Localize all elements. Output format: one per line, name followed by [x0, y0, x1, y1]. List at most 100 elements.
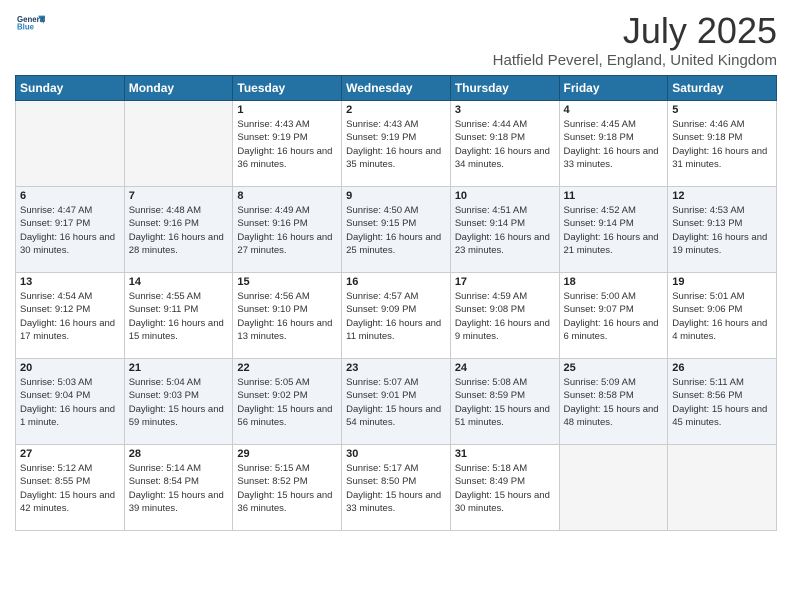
logo: General Blue — [15, 10, 45, 43]
month-title: July 2025 — [493, 10, 777, 52]
calendar-cell: 18Sunrise: 5:00 AMSunset: 9:07 PMDayligh… — [559, 273, 668, 359]
location-title: Hatfield Peverel, England, United Kingdo… — [493, 52, 777, 69]
calendar-cell: 30 Sunrise: 5:17 AMSunset: 8:50 PMDayligh… — [342, 445, 451, 531]
day-info: Sunrise: 4:44 AMSunset: 9:18 PMDaylight:… — [455, 118, 555, 171]
calendar-cell: 7Sunrise: 4:48 AMSunset: 9:16 PMDaylight… — [124, 187, 233, 273]
day-info: Sunrise: 5:11 AMSunset: 8:56 PMDaylight:… — [672, 376, 772, 429]
calendar-cell: 12Sunrise: 4:53 AMSunset: 9:13 PMDayligh… — [668, 187, 777, 273]
day-info: Sunrise: 4:43 AMSunset: 9:19 PMDaylight:… — [237, 118, 337, 171]
day-info: Sunrise: 4:47 AMSunset: 9:17 PMDaylight:… — [20, 204, 120, 257]
calendar-cell: 2 Sunrise: 4:43 AMSunset: 9:19 PMDaylight… — [342, 101, 451, 187]
calendar: SundayMondayTuesdayWednesdayThursdayFrid… — [15, 75, 777, 531]
calendar-week-row: 1 Sunrise: 4:43 AMSunset: 9:19 PMDaylight… — [16, 101, 777, 187]
calendar-cell: 3 Sunrise: 4:44 AMSunset: 9:18 PMDaylight… — [450, 101, 559, 187]
day-number: 18 — [564, 276, 664, 288]
day-number: 2 — [346, 104, 446, 116]
calendar-week-row: 20 Sunrise: 5:03 AMSunset: 9:04 PMDayligh… — [16, 359, 777, 445]
day-info: Sunrise: 5:09 AMSunset: 8:58 PMDaylight:… — [564, 376, 664, 429]
calendar-cell: 20 Sunrise: 5:03 AMSunset: 9:04 PMDayligh… — [16, 359, 125, 445]
calendar-week-row: 13 Sunrise: 4:54 AMSunset: 9:12 PMDayligh… — [16, 273, 777, 359]
day-number: 29 — [237, 448, 337, 460]
calendar-cell: 29 Sunrise: 5:15 AMSunset: 8:52 PMDayligh… — [233, 445, 342, 531]
calendar-cell: 22 Sunrise: 5:05 AMSunset: 9:02 PMDayligh… — [233, 359, 342, 445]
day-info: Sunrise: 5:07 AMSunset: 9:01 PMDaylight:… — [346, 376, 446, 429]
day-info: Sunrise: 4:43 AMSunset: 9:19 PMDaylight:… — [346, 118, 446, 171]
day-info: Sunrise: 5:08 AMSunset: 8:59 PMDaylight:… — [455, 376, 555, 429]
calendar-cell: 5 Sunrise: 4:46 AMSunset: 9:18 PMDaylight… — [668, 101, 777, 187]
day-number: 27 — [20, 448, 120, 460]
day-number: 4 — [564, 104, 664, 116]
calendar-cell: 4 Sunrise: 4:45 AMSunset: 9:18 PMDaylight… — [559, 101, 668, 187]
day-info: Sunrise: 5:01 AMSunset: 9:06 PMDaylight:… — [672, 290, 772, 343]
day-number: 5 — [672, 104, 772, 116]
day-number: 20 — [20, 362, 120, 374]
day-number: 28 — [129, 448, 229, 460]
day-of-week-header: Friday — [559, 76, 668, 101]
day-info: Sunrise: 4:54 AMSunset: 9:12 PMDaylight:… — [20, 290, 120, 343]
calendar-cell — [559, 445, 668, 531]
calendar-cell: 17 Sunrise: 4:59 AMSunset: 9:08 PMDayligh… — [450, 273, 559, 359]
day-number: 16 — [346, 276, 446, 288]
day-info: Sunrise: 4:50 AMSunset: 9:15 PMDaylight:… — [346, 204, 446, 257]
calendar-cell: 10 Sunrise: 4:51 AMSunset: 9:14 PMDayligh… — [450, 187, 559, 273]
calendar-cell: 9 Sunrise: 4:50 AMSunset: 9:15 PMDaylight… — [342, 187, 451, 273]
title-block: July 2025 Hatfield Peverel, England, Uni… — [493, 10, 777, 69]
calendar-header-row: SundayMondayTuesdayWednesdayThursdayFrid… — [16, 76, 777, 101]
day-number: 30 — [346, 448, 446, 460]
day-info: Sunrise: 5:15 AMSunset: 8:52 PMDaylight:… — [237, 462, 337, 515]
page: General Blue July 2025 Hatfield Peverel,… — [0, 0, 792, 612]
day-info: Sunrise: 4:59 AMSunset: 9:08 PMDaylight:… — [455, 290, 555, 343]
day-number: 6 — [20, 190, 120, 202]
day-number: 15 — [237, 276, 337, 288]
day-number: 24 — [455, 362, 555, 374]
calendar-cell: 23Sunrise: 5:07 AMSunset: 9:01 PMDayligh… — [342, 359, 451, 445]
day-number: 9 — [346, 190, 446, 202]
header: General Blue July 2025 Hatfield Peverel,… — [15, 10, 777, 69]
day-number: 10 — [455, 190, 555, 202]
day-info: Sunrise: 4:46 AMSunset: 9:18 PMDaylight:… — [672, 118, 772, 171]
day-number: 7 — [129, 190, 229, 202]
calendar-cell: 6 Sunrise: 4:47 AMSunset: 9:17 PMDaylight… — [16, 187, 125, 273]
day-info: Sunrise: 4:57 AMSunset: 9:09 PMDaylight:… — [346, 290, 446, 343]
day-of-week-header: Wednesday — [342, 76, 451, 101]
svg-text:Blue: Blue — [17, 23, 35, 32]
calendar-cell: 14Sunrise: 4:55 AMSunset: 9:11 PMDayligh… — [124, 273, 233, 359]
day-number: 1 — [237, 104, 337, 116]
calendar-cell: 11Sunrise: 4:52 AMSunset: 9:14 PMDayligh… — [559, 187, 668, 273]
day-number: 22 — [237, 362, 337, 374]
day-info: Sunrise: 4:51 AMSunset: 9:14 PMDaylight:… — [455, 204, 555, 257]
day-of-week-header: Saturday — [668, 76, 777, 101]
day-number: 17 — [455, 276, 555, 288]
day-number: 26 — [672, 362, 772, 374]
calendar-cell: 16 Sunrise: 4:57 AMSunset: 9:09 PMDayligh… — [342, 273, 451, 359]
calendar-cell: 31 Sunrise: 5:18 AMSunset: 8:49 PMDayligh… — [450, 445, 559, 531]
day-number: 19 — [672, 276, 772, 288]
day-number: 25 — [564, 362, 664, 374]
day-info: Sunrise: 5:03 AMSunset: 9:04 PMDaylight:… — [20, 376, 120, 429]
day-info: Sunrise: 4:53 AMSunset: 9:13 PMDaylight:… — [672, 204, 772, 257]
day-info: Sunrise: 5:17 AMSunset: 8:50 PMDaylight:… — [346, 462, 446, 515]
day-info: Sunrise: 4:45 AMSunset: 9:18 PMDaylight:… — [564, 118, 664, 171]
calendar-cell — [668, 445, 777, 531]
day-info: Sunrise: 4:52 AMSunset: 9:14 PMDaylight:… — [564, 204, 664, 257]
day-number: 31 — [455, 448, 555, 460]
day-info: Sunrise: 4:56 AMSunset: 9:10 PMDaylight:… — [237, 290, 337, 343]
day-number: 3 — [455, 104, 555, 116]
day-info: Sunrise: 4:55 AMSunset: 9:11 PMDaylight:… — [129, 290, 229, 343]
calendar-cell — [124, 101, 233, 187]
day-of-week-header: Sunday — [16, 76, 125, 101]
calendar-cell: 21Sunrise: 5:04 AMSunset: 9:03 PMDayligh… — [124, 359, 233, 445]
calendar-cell: 8Sunrise: 4:49 AMSunset: 9:16 PMDaylight… — [233, 187, 342, 273]
day-of-week-header: Thursday — [450, 76, 559, 101]
day-info: Sunrise: 5:05 AMSunset: 9:02 PMDaylight:… — [237, 376, 337, 429]
calendar-cell: 1 Sunrise: 4:43 AMSunset: 9:19 PMDaylight… — [233, 101, 342, 187]
day-info: Sunrise: 4:49 AMSunset: 9:16 PMDaylight:… — [237, 204, 337, 257]
calendar-cell: 13 Sunrise: 4:54 AMSunset: 9:12 PMDayligh… — [16, 273, 125, 359]
day-number: 21 — [129, 362, 229, 374]
calendar-cell: 19 Sunrise: 5:01 AMSunset: 9:06 PMDayligh… — [668, 273, 777, 359]
day-of-week-header: Monday — [124, 76, 233, 101]
day-info: Sunrise: 5:18 AMSunset: 8:49 PMDaylight:… — [455, 462, 555, 515]
day-number: 13 — [20, 276, 120, 288]
calendar-cell: 27Sunrise: 5:12 AMSunset: 8:55 PMDayligh… — [16, 445, 125, 531]
calendar-week-row: 27Sunrise: 5:12 AMSunset: 8:55 PMDayligh… — [16, 445, 777, 531]
